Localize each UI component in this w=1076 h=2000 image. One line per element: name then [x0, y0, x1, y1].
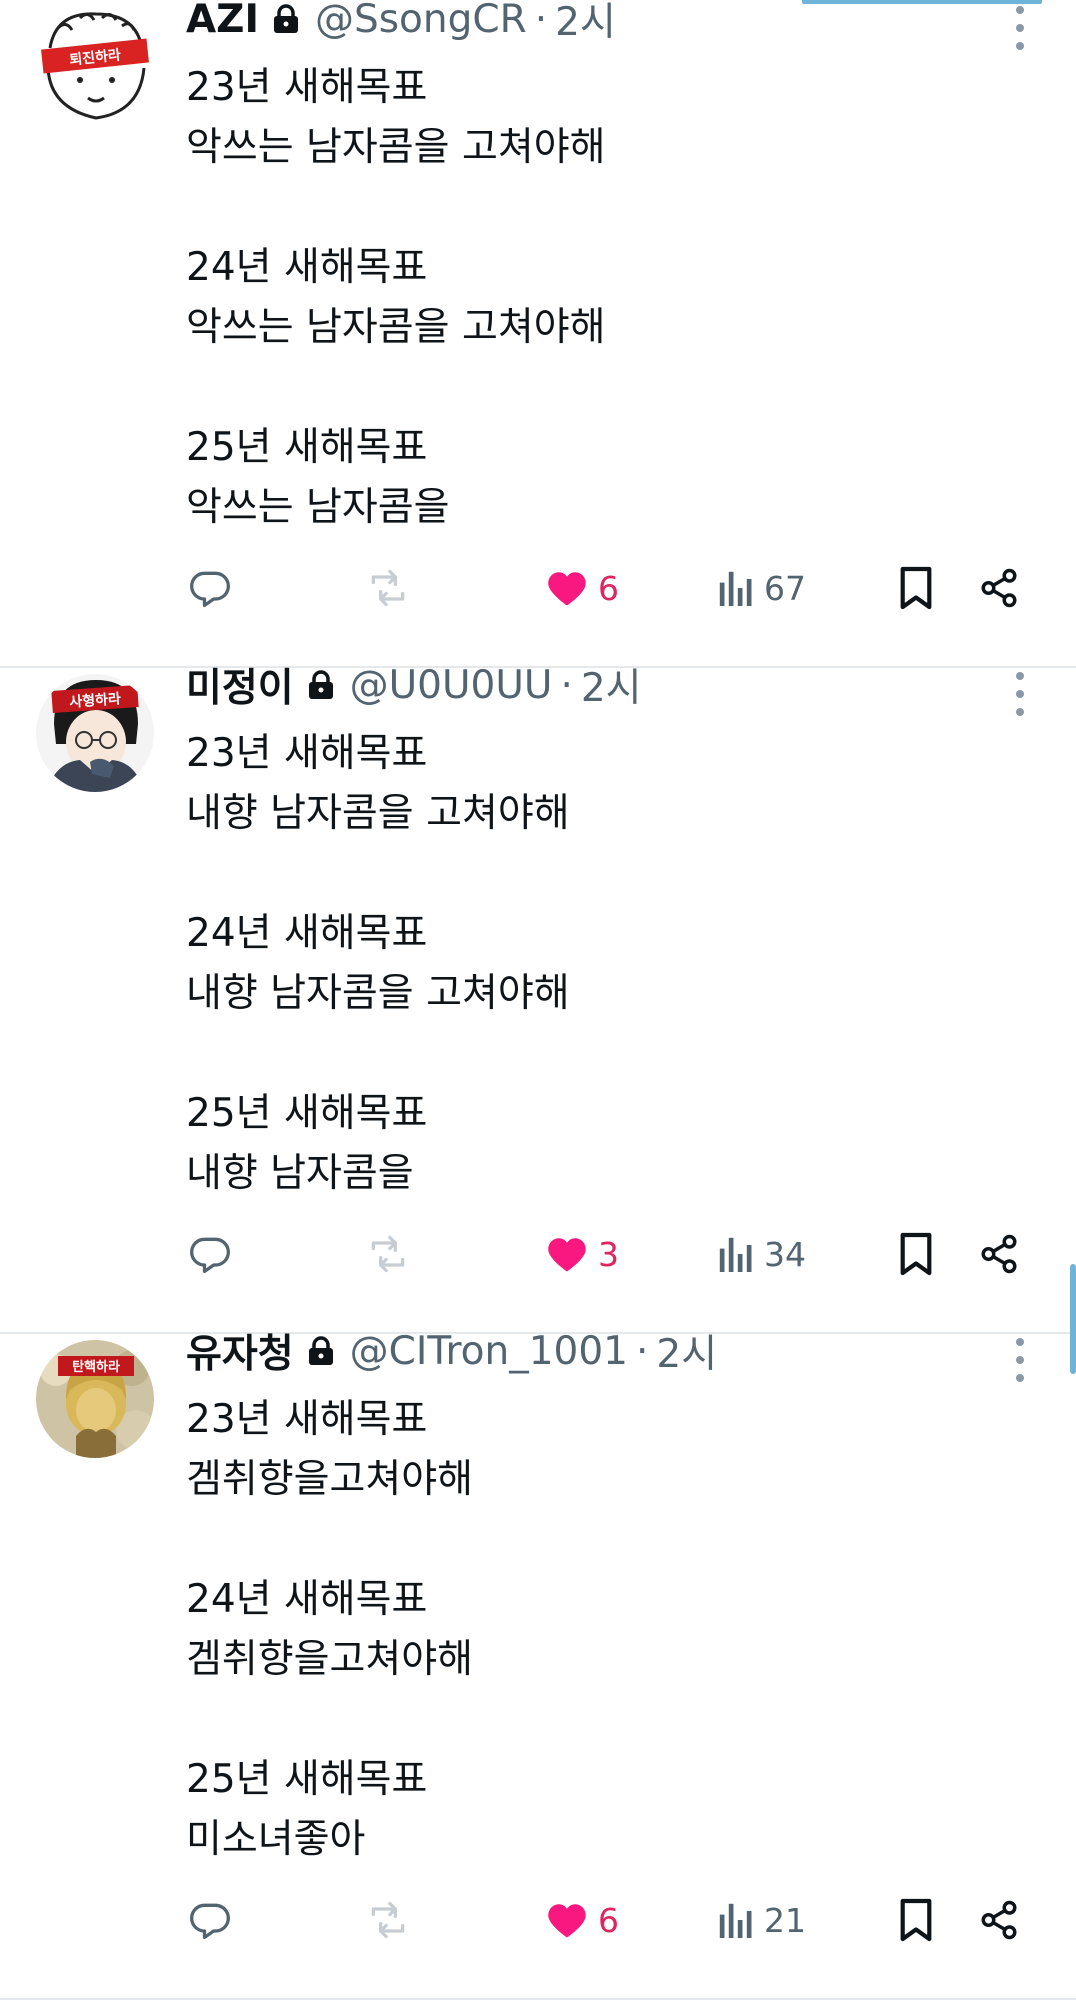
svg-text:탄핵하라: 탄핵하라: [72, 1359, 120, 1375]
share-icon: [981, 568, 1017, 608]
heart-icon: [548, 572, 586, 606]
bookmark-button[interactable]: [897, 1226, 935, 1282]
more-options-icon[interactable]: [1010, 1338, 1030, 1382]
separator-dot: ·: [635, 1328, 649, 1374]
tweet-text: 23년 새해목표 내향 남자콤을 고쳐야해 24년 새해목표 내향 남자콤을 고…: [186, 731, 570, 1196]
bookmark-icon: [900, 1232, 932, 1276]
separator-dot: ·: [534, 0, 548, 42]
views-button[interactable]: 34: [718, 1226, 806, 1282]
bookmark-icon: [900, 1898, 932, 1942]
timestamp[interactable]: 2시: [581, 657, 642, 713]
views-icon: [719, 571, 752, 606]
retweet-button[interactable]: [364, 1226, 412, 1282]
lock-icon: [308, 1336, 334, 1366]
svg-text:사형하라: 사형하라: [69, 690, 122, 711]
user-handle[interactable]: @CITron_1001: [350, 1329, 628, 1374]
like-button[interactable]: 3: [546, 1226, 619, 1282]
reply-button[interactable]: [188, 560, 232, 616]
like-count: 3: [598, 1234, 619, 1274]
tweet-header: AZI @SsongCR · 2시: [186, 0, 616, 47]
retweet-icon: [371, 1235, 405, 1273]
avatar[interactable]: 사형하라: [36, 674, 154, 792]
views-icon: [719, 1237, 752, 1272]
retweet-icon: [371, 569, 405, 607]
bookmark-button[interactable]: [897, 1892, 935, 1948]
views-count: 67: [764, 568, 806, 608]
tweet-1[interactable]: 퇴진하라 AZI @SsongCR · 2시 23년 새해목표 악쓰는 남자콤을…: [0, 0, 1076, 668]
tweet-2[interactable]: 사형하라 미정이 @U0U0UU · 2시 23년 새해목표 내향 남자콤을 고…: [0, 663, 1076, 1334]
reply-icon: [190, 1903, 230, 1940]
tweet-header: 유자청 @CITron_1001 · 2시: [186, 1323, 717, 1379]
tweet-header: 미정이 @U0U0UU · 2시: [186, 657, 642, 713]
heart-icon: [548, 1904, 586, 1938]
retweet-button[interactable]: [364, 1892, 412, 1948]
display-name[interactable]: 미정이: [186, 657, 294, 713]
reply-button[interactable]: [188, 1226, 232, 1282]
tweet-text: 23년 새해목표 악쓰는 남자콤을 고쳐야해 24년 새해목표 악쓰는 남자콤을…: [186, 65, 606, 530]
bookmark-icon: [900, 566, 932, 610]
bookmark-button[interactable]: [897, 560, 935, 616]
share-icon: [981, 1900, 1017, 1940]
avatar[interactable]: 퇴진하라: [36, 8, 154, 126]
views-icon: [719, 1903, 752, 1938]
share-icon: [981, 1234, 1017, 1274]
views-count: 34: [764, 1234, 806, 1274]
reply-button[interactable]: [188, 1892, 232, 1948]
lock-icon: [308, 670, 334, 700]
tweet-3[interactable]: 탄핵하라 유자청 @CITron_1001 · 2시 23년 새해목표 겜취향을…: [0, 1329, 1076, 2000]
like-button[interactable]: 6: [546, 560, 619, 616]
timestamp[interactable]: 2시: [555, 0, 616, 47]
heart-icon: [548, 1238, 586, 1272]
reply-icon: [190, 1237, 230, 1274]
share-button[interactable]: [978, 1226, 1020, 1282]
share-button[interactable]: [978, 1892, 1020, 1948]
reply-icon: [190, 571, 230, 608]
more-options-icon[interactable]: [1010, 6, 1030, 50]
like-count: 6: [598, 568, 619, 608]
like-button[interactable]: 6: [546, 1892, 619, 1948]
retweet-button[interactable]: [364, 560, 412, 616]
display-name[interactable]: 유자청: [186, 1323, 294, 1379]
more-options-icon[interactable]: [1010, 672, 1030, 716]
like-count: 6: [598, 1900, 619, 1940]
action-bar: 6 67: [0, 560, 1076, 616]
scrollbar-thumb[interactable]: [1070, 1264, 1076, 1374]
action-bar: 3 34: [0, 1226, 1076, 1282]
views-count: 21: [764, 1900, 806, 1940]
lock-icon: [273, 4, 299, 34]
retweet-icon: [371, 1901, 405, 1939]
user-handle[interactable]: @U0U0UU: [350, 663, 553, 708]
tweet-text: 23년 새해목표 겜취향을고쳐야해 24년 새해목표 겜취향을고쳐야해 25년 …: [186, 1397, 474, 1862]
separator-dot: ·: [560, 662, 573, 708]
share-button[interactable]: [978, 560, 1020, 616]
timestamp[interactable]: 2시: [656, 1323, 717, 1379]
views-button[interactable]: 67: [718, 560, 806, 616]
user-handle[interactable]: @SsongCR: [315, 0, 527, 42]
action-bar: 6 21: [0, 1892, 1076, 1948]
display-name[interactable]: AZI: [186, 0, 259, 42]
views-button[interactable]: 21: [718, 1892, 806, 1948]
avatar[interactable]: 탄핵하라: [36, 1340, 154, 1458]
